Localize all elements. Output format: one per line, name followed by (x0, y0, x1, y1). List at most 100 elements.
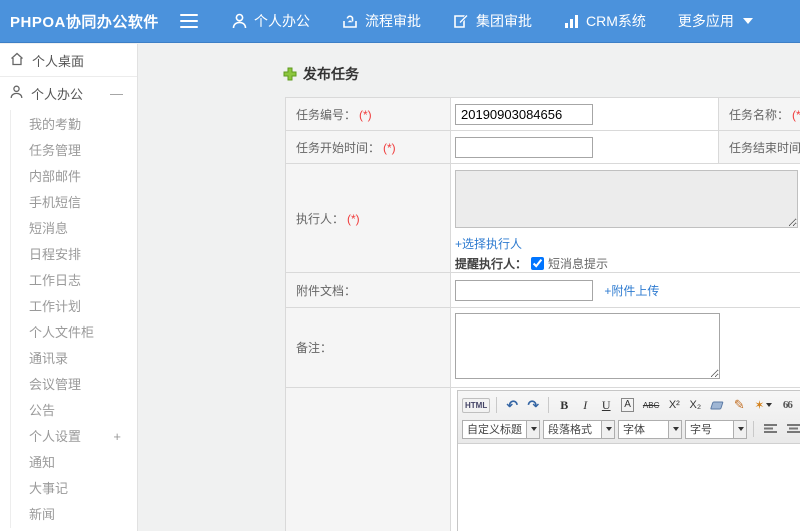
bold-button[interactable]: B (555, 396, 573, 414)
sidebar-item-mobile-sms[interactable]: 手机短信 (11, 190, 137, 216)
nav-crm-system[interactable]: CRM系统 (564, 11, 646, 31)
blockquote-button[interactable]: 66 (778, 396, 796, 414)
nav-more-apps[interactable]: 更多应用 (678, 11, 753, 31)
rich-text-editor: HTML ↶ ↷ B I U A ABC X² X₂ ✎ ✶ 66 自定义标题 … (457, 390, 800, 531)
start-time-input[interactable] (455, 136, 593, 158)
remark-textarea[interactable] (455, 313, 720, 379)
sidebar-submenu: 我的考勤 任务管理 内部邮件 手机短信 短消息 日程安排 工作日志 工作计划 个… (10, 110, 137, 528)
required-mark: (*) (347, 211, 360, 226)
italic-button[interactable]: I (576, 396, 594, 414)
underline-button[interactable]: U (597, 396, 615, 414)
nav-label: CRM系统 (586, 13, 646, 29)
start-time-label: 任务开始时间： (*) (285, 130, 451, 164)
chevron-down-icon (526, 420, 539, 438)
subscript-button[interactable]: X₂ (686, 396, 704, 414)
align-center-icon[interactable] (785, 420, 800, 438)
page-title: 发布任务 (283, 64, 800, 84)
attachment-input[interactable] (455, 279, 593, 301)
chevron-down-icon (601, 420, 614, 438)
plus-icon (283, 67, 297, 81)
app-title: PHPOA协同办公软件 (10, 13, 159, 31)
nav-group-approval[interactable]: 集团审批 (453, 11, 532, 31)
sidebar-item-notice[interactable]: 通知 (11, 450, 137, 476)
align-left-icon[interactable] (762, 420, 780, 438)
task-number-label: 任务编号： (*) (285, 97, 451, 131)
sidebar-item-events[interactable]: 大事记 (11, 476, 137, 502)
custom-title-select[interactable]: 自定义标题 (462, 419, 540, 439)
top-nav: 个人办公 流程审批 集团审批 CRM系统 更多应用 (232, 11, 753, 31)
sms-remind-label: 短消息提示 (548, 257, 609, 271)
brush-icon[interactable]: ✎ (730, 396, 748, 414)
sidebar-item-internal-mail[interactable]: 内部邮件 (11, 164, 137, 190)
font-size-select[interactable]: 字号 (685, 419, 747, 439)
html-source-button[interactable]: HTML (462, 397, 491, 413)
sidebar-item-news[interactable]: 新闻 (11, 502, 137, 528)
sidebar-item-work-plan[interactable]: 工作计划 (11, 294, 137, 320)
required-mark: (*) (792, 107, 800, 122)
nav-label: 更多应用 (677, 13, 734, 29)
attachment-label: 附件文档： (285, 272, 451, 308)
task-name-label: 任务名称：(*) (718, 97, 800, 131)
remind-executor-label: 提醒执行人： (455, 257, 528, 271)
publish-task-form: 任务编号：(*) 任务名称：(*) 任务开始时间：(*) 任务结束时间：(*) (285, 97, 800, 531)
expand-icon[interactable]: + (113, 424, 137, 450)
main-content: 发布任务 任务编号：(*) 任务名称：(*) 任务开始时间：(*) 任务结束时 (139, 44, 800, 531)
sidebar-item-task-management[interactable]: 任务管理 (11, 138, 137, 164)
sidebar: 个人桌面 个人办公 — 我的考勤 任务管理 内部邮件 手机短信 短消息 日程安排… (0, 44, 138, 531)
font-family-select[interactable]: 字体 (618, 419, 682, 439)
chart-icon (564, 14, 579, 29)
sidebar-item-attendance[interactable]: 我的考勤 (11, 112, 137, 138)
style-wand-button[interactable]: ✶ (751, 396, 775, 414)
nav-label: 流程审批 (365, 13, 421, 29)
required-mark: (*) (383, 140, 396, 155)
home-icon (10, 52, 24, 69)
nav-personal-office[interactable]: 个人办公 (232, 11, 310, 31)
sidebar-section-personal-office[interactable]: 个人办公 — (0, 77, 137, 110)
superscript-button[interactable]: X² (665, 396, 683, 414)
executor-textarea[interactable] (455, 170, 798, 228)
chevron-down-icon (733, 420, 746, 438)
nav-workflow-approval[interactable]: 流程审批 (342, 11, 421, 31)
sidebar-item-contacts[interactable]: 通讯录 (11, 346, 137, 372)
user-icon (10, 85, 23, 102)
sidebar-item-work-log[interactable]: 工作日志 (11, 268, 137, 294)
end-time-label: 任务结束时间：(*) (718, 130, 800, 164)
redo-icon[interactable]: ↷ (524, 396, 542, 414)
approval-icon (342, 13, 358, 29)
attachment-upload-link[interactable]: +附件上传 (604, 284, 659, 298)
menu-icon[interactable] (180, 14, 198, 28)
required-mark: (*) (359, 107, 372, 122)
sidebar-item-label: 个人桌面 (32, 53, 85, 69)
sidebar-item-desktop[interactable]: 个人桌面 (0, 44, 137, 77)
sidebar-section-label: 个人办公 (31, 87, 84, 102)
sidebar-item-short-message[interactable]: 短消息 (11, 216, 137, 242)
strikethrough-button[interactable]: ABC (640, 396, 662, 414)
caret-down-icon (742, 18, 753, 24)
edit-icon (453, 13, 469, 29)
nav-label: 集团审批 (476, 13, 532, 29)
chevron-down-icon (668, 420, 681, 438)
eraser-icon[interactable] (707, 396, 727, 414)
editor-content-area[interactable] (458, 444, 800, 531)
description-label: 任务描述：(*) (285, 387, 451, 531)
font-border-button[interactable]: A (621, 398, 634, 412)
wand-icon: ✶ (754, 398, 765, 412)
top-navigation-bar: PHPOA协同办公软件 个人办公 流程审批 集团审批 CRM系统 更多应用 (0, 0, 800, 43)
sidebar-item-announcement[interactable]: 公告 (11, 398, 137, 424)
sms-remind-checkbox[interactable] (531, 257, 545, 270)
choose-executor-link[interactable]: +选择执行人 (455, 237, 522, 251)
sidebar-item-personal-settings[interactable]: 个人设置 + (11, 424, 137, 450)
person-icon (232, 13, 247, 29)
sidebar-item-file-cabinet[interactable]: 个人文件柜 (11, 320, 137, 346)
sidebar-item-schedule[interactable]: 日程安排 (11, 242, 137, 268)
nav-label: 个人办公 (254, 13, 310, 29)
task-number-input[interactable] (455, 103, 593, 125)
executor-label: 执行人： (*) (285, 163, 451, 273)
paragraph-format-select[interactable]: 段落格式 (543, 419, 615, 439)
chevron-down-icon (766, 403, 773, 407)
undo-icon[interactable]: ↶ (503, 396, 521, 414)
collapse-icon[interactable]: — (110, 86, 137, 101)
sidebar-item-meeting[interactable]: 会议管理 (11, 372, 137, 398)
editor-toolbar: HTML ↶ ↷ B I U A ABC X² X₂ ✎ ✶ 66 自定义标题 … (458, 391, 800, 444)
remark-label: 备注： (285, 307, 451, 388)
